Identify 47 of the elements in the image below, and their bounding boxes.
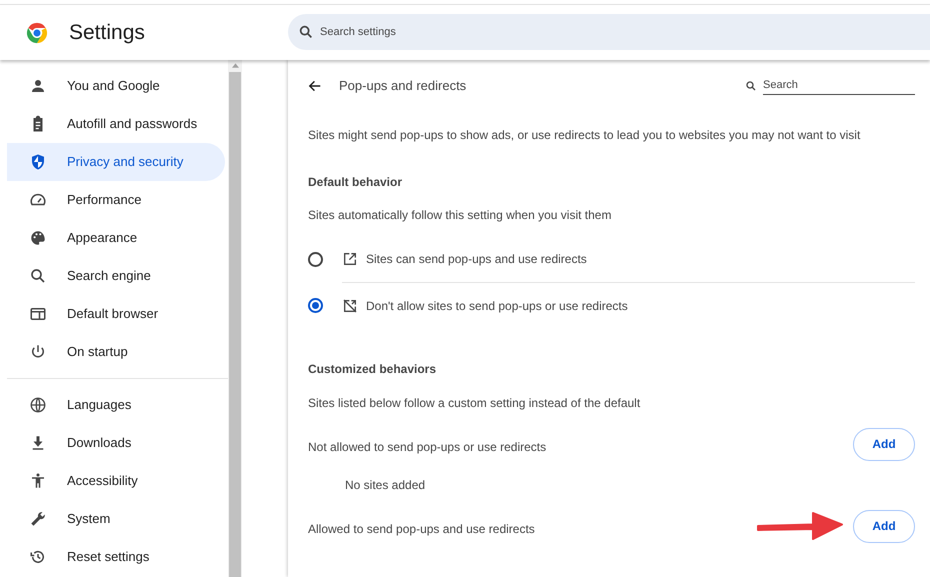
search-field[interactable]: Search bbox=[763, 76, 915, 96]
add-button[interactable]: Add bbox=[853, 428, 915, 460]
sidebar-item[interactable]: Search engine bbox=[7, 257, 225, 295]
radio-button[interactable] bbox=[308, 252, 323, 266]
scrollbar[interactable] bbox=[228, 60, 242, 577]
radio-button[interactable] bbox=[308, 298, 323, 312]
sidebar-item[interactable]: Performance bbox=[7, 181, 225, 219]
sidebar-item[interactable]: You and Google bbox=[7, 67, 225, 105]
option-label: Don't allow sites to send pop-ups or use redirects bbox=[366, 298, 628, 314]
sidebar-item[interactable]: Reset settings bbox=[7, 538, 225, 576]
section-subtitle: Sites automatically follow this setting when you visit them bbox=[308, 207, 612, 224]
sidebar-item[interactable]: Appearance bbox=[7, 219, 225, 257]
blocked-external-icon bbox=[342, 298, 358, 314]
chrome-logo-icon bbox=[26, 22, 48, 44]
sidebar-item[interactable]: Privacy and security bbox=[7, 143, 225, 181]
accessibility-icon bbox=[29, 472, 47, 490]
sidebar-item[interactable]: System bbox=[7, 500, 225, 538]
sidebar-item[interactable]: Default browser bbox=[7, 295, 225, 333]
sidebar-item[interactable]: Autofill and passwords bbox=[7, 105, 225, 143]
empty-text: No sites added bbox=[345, 477, 426, 494]
section-heading: Customized behaviors bbox=[308, 361, 438, 378]
sidebar-item[interactable]: Languages bbox=[7, 386, 225, 424]
search-icon bbox=[29, 267, 47, 285]
globe-icon bbox=[29, 396, 47, 414]
add-button[interactable]: Add bbox=[853, 510, 915, 542]
section-heading: Default behavior bbox=[308, 174, 404, 191]
sidebar-item[interactable]: Accessibility bbox=[7, 462, 225, 500]
palette-icon bbox=[29, 229, 47, 247]
search-field[interactable]: Search settings bbox=[288, 14, 930, 50]
person-icon bbox=[29, 77, 47, 95]
shield-icon bbox=[29, 153, 47, 171]
open-external-icon bbox=[342, 251, 358, 267]
sidebar-item[interactable]: Downloads bbox=[7, 424, 225, 462]
section-subtitle: Sites listed below follow a custom setting instead of the default bbox=[308, 395, 642, 412]
history-icon bbox=[29, 548, 47, 566]
sidebar-item[interactable]: On startup bbox=[7, 333, 225, 371]
option-label: Sites can send pop-ups and use redirects bbox=[366, 251, 587, 268]
app-title: Settings bbox=[69, 20, 146, 46]
search-icon bbox=[745, 80, 757, 92]
page-title: Pop-ups and redirects bbox=[339, 77, 466, 96]
list-label: Allowed to send pop-ups and use redirects bbox=[308, 521, 536, 538]
back-arrow-icon[interactable] bbox=[308, 79, 322, 93]
wrench-icon bbox=[29, 510, 47, 528]
description-text: Sites might send pop-ups to show ads, or use redirects to lead you to websites you may not want to visit bbox=[308, 127, 862, 144]
search-icon bbox=[298, 24, 314, 40]
list-label: Not allowed to send pop-ups or use redirects bbox=[308, 439, 548, 456]
browser-window-icon bbox=[29, 305, 47, 323]
